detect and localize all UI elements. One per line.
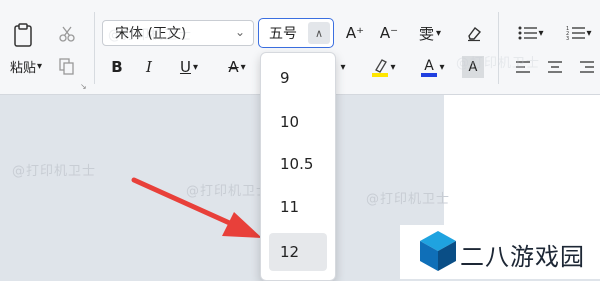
size-option-11[interactable]: 11 (269, 188, 327, 226)
size-option-12[interactable]: 12 (269, 233, 327, 271)
cube-logo-icon (420, 231, 456, 271)
size-option-9[interactable]: 9 (269, 59, 327, 97)
font-size-dropdown: 9 10 10.5 11 12 (260, 52, 336, 281)
size-option-10[interactable]: 10 (269, 103, 327, 141)
site-logo-text: 二八游戏园 (460, 243, 585, 271)
size-option-10-5[interactable]: 10.5 (269, 145, 327, 183)
